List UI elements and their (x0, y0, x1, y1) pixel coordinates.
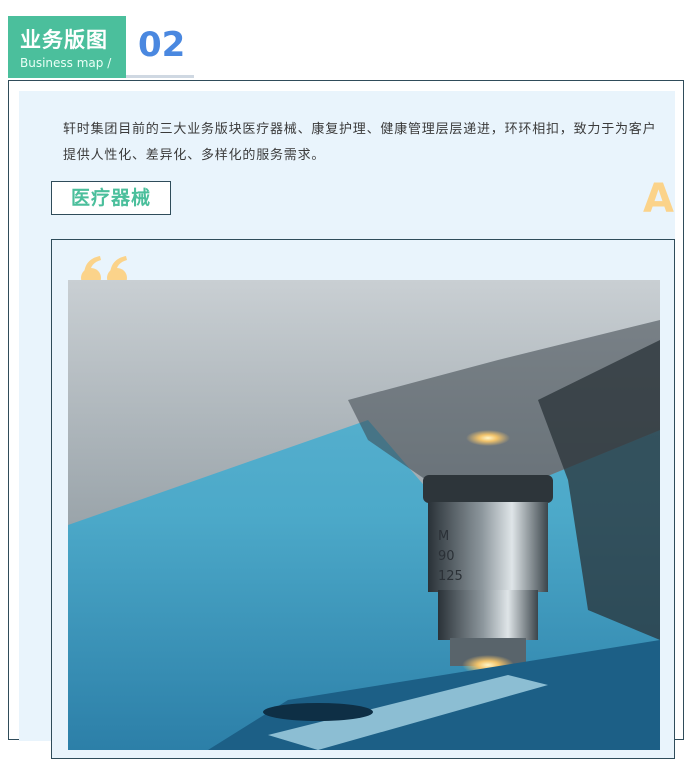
svg-text:M: M (438, 529, 449, 544)
page-subtitle: Business map / (20, 56, 112, 70)
page-title: 业务版图 (20, 28, 108, 52)
number-underline (126, 75, 194, 78)
section-title-box: 医疗器械 (51, 181, 171, 215)
section-letter: A (643, 176, 674, 222)
header-tab: 业务版图 Business map / (8, 16, 126, 78)
image-card: M 90 125 (51, 239, 675, 759)
svg-text:90: 90 (438, 549, 455, 564)
svg-text:125: 125 (438, 569, 463, 584)
intro-text: 轩时集团目前的三大业务版块医疗器械、康复护理、健康管理层层递进，环环相扣，致力于… (63, 122, 657, 163)
microscope-photo: M 90 125 (68, 280, 660, 750)
section-number: 02 (138, 25, 186, 65)
content-panel: 轩时集团目前的三大业务版块医疗器械、康复护理、健康管理层层递进，环环相扣，致力于… (19, 91, 675, 759)
content-frame: 轩时集团目前的三大业务版块医疗器械、康复护理、健康管理层层递进，环环相扣，致力于… (8, 80, 684, 759)
section-title: 医疗器械 (70, 187, 151, 209)
